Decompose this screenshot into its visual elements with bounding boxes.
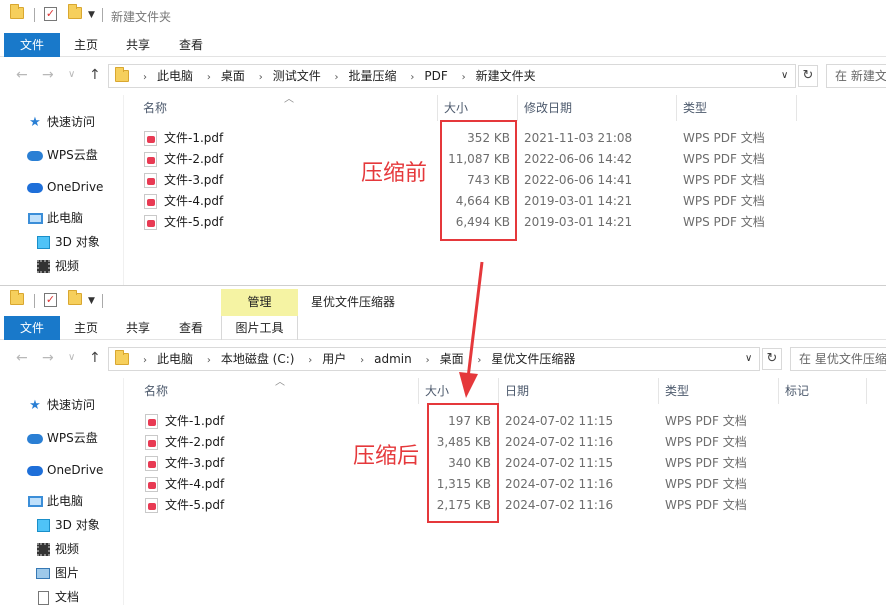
compare-arrow-icon — [459, 261, 484, 398]
